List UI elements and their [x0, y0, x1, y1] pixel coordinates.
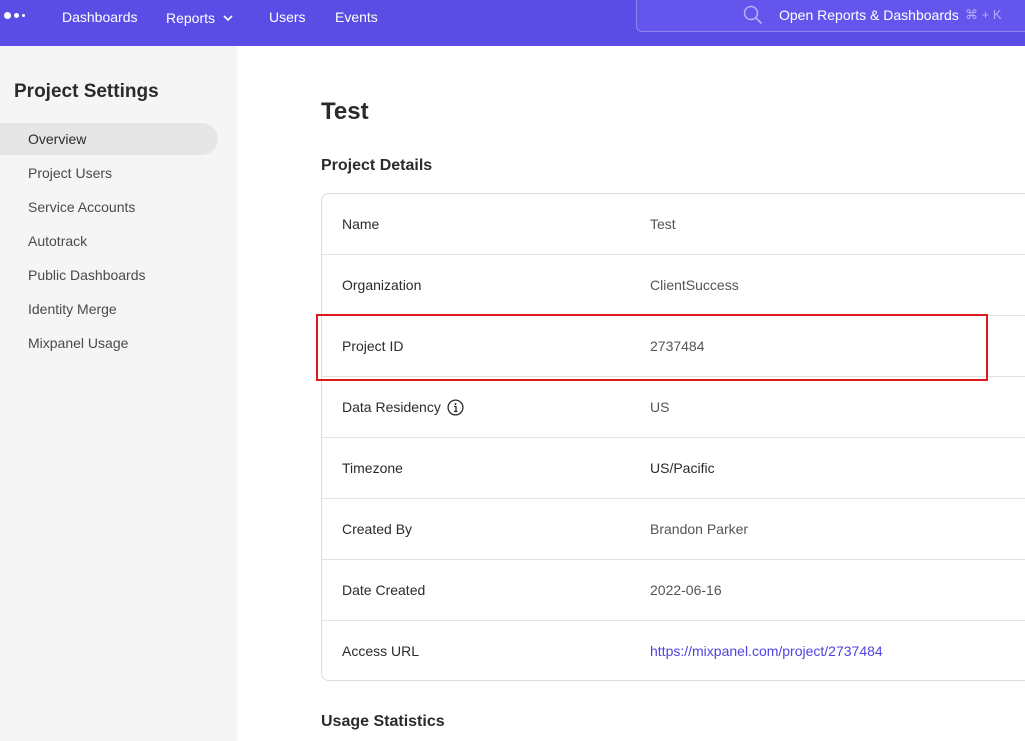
sidebar-item-autotrack[interactable]: Autotrack [0, 225, 218, 257]
nav-users[interactable]: Users [269, 8, 306, 26]
detail-value: Test [650, 216, 676, 232]
sidebar-item-overview[interactable]: Overview [0, 123, 218, 155]
detail-value: 2737484 [650, 338, 705, 354]
top-navigation-bar: Dashboards Reports Users Events Open Rep… [0, 0, 1025, 46]
detail-row-data-residency: Data Residency US [322, 377, 1025, 438]
detail-value: US/Pacific [650, 460, 715, 476]
sidebar-item-public-dashboards[interactable]: Public Dashboards [0, 259, 218, 291]
usage-statistics-heading: Usage Statistics [321, 713, 445, 730]
search-icon [743, 5, 763, 25]
detail-row-organization: Organization ClientSuccess [322, 255, 1025, 316]
detail-label: Project ID [342, 338, 404, 354]
nav-dashboards[interactable]: Dashboards [62, 8, 138, 26]
nav-events[interactable]: Events [335, 8, 378, 26]
detail-label: Access URL [342, 643, 420, 659]
nav-reports[interactable]: Reports [166, 8, 233, 26]
project-details-heading: Project Details [321, 157, 433, 174]
detail-row-date-created: Date Created 2022-06-16 [322, 560, 1025, 621]
detail-value: Brandon Parker [650, 521, 749, 537]
sidebar-title: Project Settings [14, 81, 159, 102]
search-shortcut-hint: ⌘ + K [965, 7, 1002, 22]
sidebar-item-mixpanel-usage[interactable]: Mixpanel Usage [0, 327, 218, 359]
sidebar-item-service-accounts[interactable]: Service Accounts [0, 191, 218, 223]
search-bar[interactable]: Open Reports & Dashboards ⌘ + K [636, 0, 1025, 32]
sidebar-item-identity-merge[interactable]: Identity Merge [0, 293, 218, 325]
access-url-link[interactable]: https://mixpanel.com/project/2737484 [650, 642, 883, 660]
detail-value: ClientSuccess [650, 277, 739, 293]
detail-label: Data Residency [342, 398, 464, 420]
detail-row-created-by: Created By Brandon Parker [322, 499, 1025, 560]
detail-label: Date Created [342, 582, 426, 598]
detail-label-text: Data Residency [342, 399, 441, 415]
detail-row-name: Name Test [322, 194, 1025, 255]
detail-value: 2022-06-16 [650, 582, 722, 598]
detail-label: Timezone [342, 460, 403, 476]
detail-label: Created By [342, 521, 413, 537]
nav-reports-label: Reports [166, 10, 216, 26]
detail-value: US [650, 399, 670, 415]
detail-row-timezone: Timezone US/Pacific [322, 438, 1025, 499]
sidebar: Project Settings Overview Project Users … [0, 46, 237, 741]
chevron-down-icon [223, 8, 233, 26]
detail-row-access-url: Access URL https://mixpanel.com/project/… [322, 621, 1025, 680]
sidebar-item-project-users[interactable]: Project Users [0, 157, 218, 189]
mixpanel-logo-icon[interactable] [4, 12, 26, 20]
page-title: Test [321, 98, 369, 125]
project-details-card: Name Test Organization ClientSuccess Pro… [321, 193, 1025, 681]
detail-label: Organization [342, 277, 422, 293]
detail-label: Name [342, 216, 380, 232]
detail-row-project-id: Project ID 2737484 [322, 316, 1025, 377]
search-placeholder: Open Reports & Dashboards [779, 7, 959, 23]
info-icon[interactable] [447, 399, 464, 420]
